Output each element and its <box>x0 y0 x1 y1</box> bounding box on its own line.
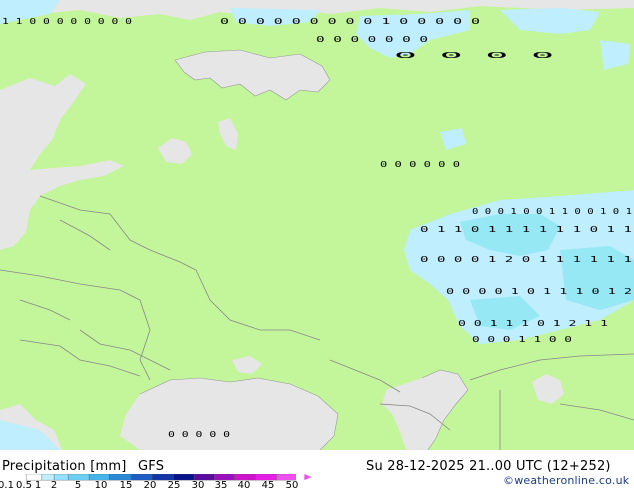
legend-tick-label: 0.5 <box>16 480 32 491</box>
legend-tick-label: 20 <box>143 480 157 491</box>
legend-tick-label: 5 <box>74 480 82 491</box>
legend-tick-label: 1 <box>34 480 42 491</box>
legend-tick-label: 15 <box>119 480 133 491</box>
symbol-row: 0 0 0 0 0 0 <box>380 160 460 169</box>
symbol-row: 0 1 1 0 1 1 1 1 1 1 0 1 1 <box>420 225 632 234</box>
legend-tick-label: 0.1 <box>0 480 14 491</box>
symbol-row: 0 0 0 0 1 0 1 1 1 0 1 2 <box>446 287 632 296</box>
symbol-row: 0 0 0 1 1 0 0 <box>472 335 572 344</box>
model-label: GFS <box>138 459 165 474</box>
legend-tick-label: 35 <box>214 480 228 491</box>
symbol-row: 0 0 0 1 0 0 1 1 0 0 1 0 1 <box>472 207 632 216</box>
credit-label: ©weatheronline.co.uk <box>503 474 630 487</box>
symbol-row: 0 0 0 0 1 2 0 1 1 1 1 1 1 <box>420 255 632 264</box>
symbol-row: 0 0 0 0 0 <box>168 430 230 439</box>
symbol-row: 0 0 0 0 0 0 0 0 0 1 0 0 0 0 0 <box>220 17 480 26</box>
legend-tick-label: 10 <box>94 480 108 491</box>
legend-tick-label: 25 <box>167 480 181 491</box>
symbol-row: 1 1 0 0 0 0 0 0 0 0 <box>2 17 132 26</box>
legend-arrow <box>304 474 312 481</box>
legend-tick-label: 50 <box>285 480 299 491</box>
legend-tick-label: 30 <box>191 480 205 491</box>
precipitation-map: 1 1 0 0 0 0 0 0 0 0 0 0 0 0 0 0 0 0 0 1 … <box>0 0 634 450</box>
map-variable-label: Precipitation [mm] <box>2 459 127 474</box>
legend-tick-label: 45 <box>261 480 275 491</box>
valid-time-label: Su 28-12-2025 21..00 UTC (12+252) <box>366 459 611 474</box>
symbol-row: 0 0 0 0 0 0 0 <box>316 35 428 44</box>
legend-tick-label: 40 <box>237 480 251 491</box>
symbol-row: 0 0 0 0 <box>394 51 555 60</box>
legend-tick-label: 2 <box>50 480 58 491</box>
symbol-row: 0 0 1 1 1 0 1 2 1 1 <box>458 319 608 328</box>
